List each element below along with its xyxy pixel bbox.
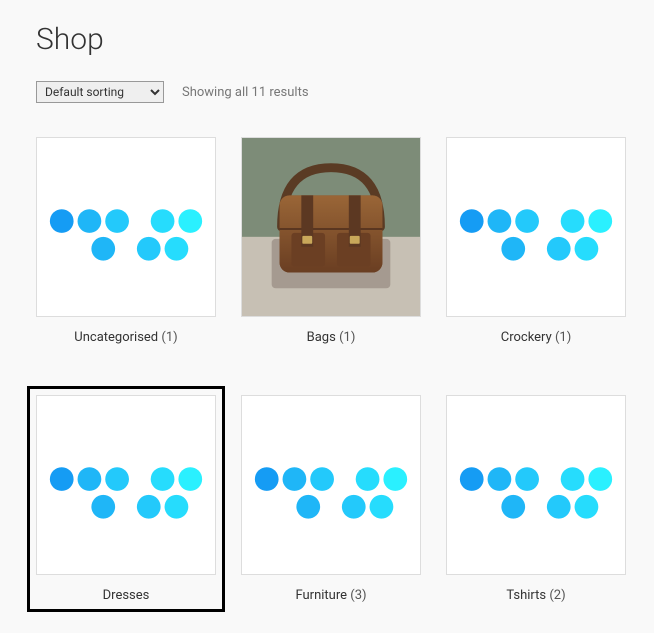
- category-name: Uncategorised: [74, 330, 158, 345]
- placeholder-icon: [36, 395, 216, 575]
- category-card[interactable]: Dresses: [36, 395, 216, 603]
- category-label: Crockery (1): [501, 330, 572, 345]
- sort-select[interactable]: Default sorting: [36, 81, 164, 103]
- placeholder-icon: [241, 395, 421, 575]
- category-label: Dresses: [103, 588, 150, 603]
- controls-row: Default sorting Showing all 11 results: [36, 81, 618, 103]
- category-label: Tshirts (2): [506, 588, 565, 603]
- category-name: Bags: [307, 330, 336, 345]
- category-label: Furniture (3): [295, 588, 366, 603]
- category-image: [241, 137, 421, 317]
- category-name: Crockery: [501, 330, 552, 345]
- category-count: (1): [555, 330, 571, 345]
- category-grid: Uncategorised (1) Bags (1) Crockery (1): [36, 137, 618, 603]
- category-card[interactable]: Crockery (1): [446, 137, 626, 345]
- category-count: (1): [161, 330, 177, 345]
- category-name: Dresses: [103, 588, 150, 603]
- category-count: (2): [549, 588, 565, 603]
- placeholder-icon: [446, 137, 626, 317]
- category-label: Uncategorised (1): [74, 330, 177, 345]
- category-card[interactable]: Uncategorised (1): [36, 137, 216, 345]
- category-count: (1): [339, 330, 355, 345]
- category-card[interactable]: Tshirts (2): [446, 395, 626, 603]
- page-title: Shop: [36, 22, 618, 57]
- placeholder-icon: [446, 395, 626, 575]
- results-count: Showing all 11 results: [182, 85, 309, 100]
- category-name: Furniture: [295, 588, 347, 603]
- category-label: Bags (1): [307, 330, 356, 345]
- placeholder-icon: [36, 137, 216, 317]
- category-name: Tshirts: [506, 588, 546, 603]
- category-count: (3): [350, 588, 366, 603]
- category-card[interactable]: Furniture (3): [241, 395, 421, 603]
- category-card[interactable]: Bags (1): [241, 137, 421, 345]
